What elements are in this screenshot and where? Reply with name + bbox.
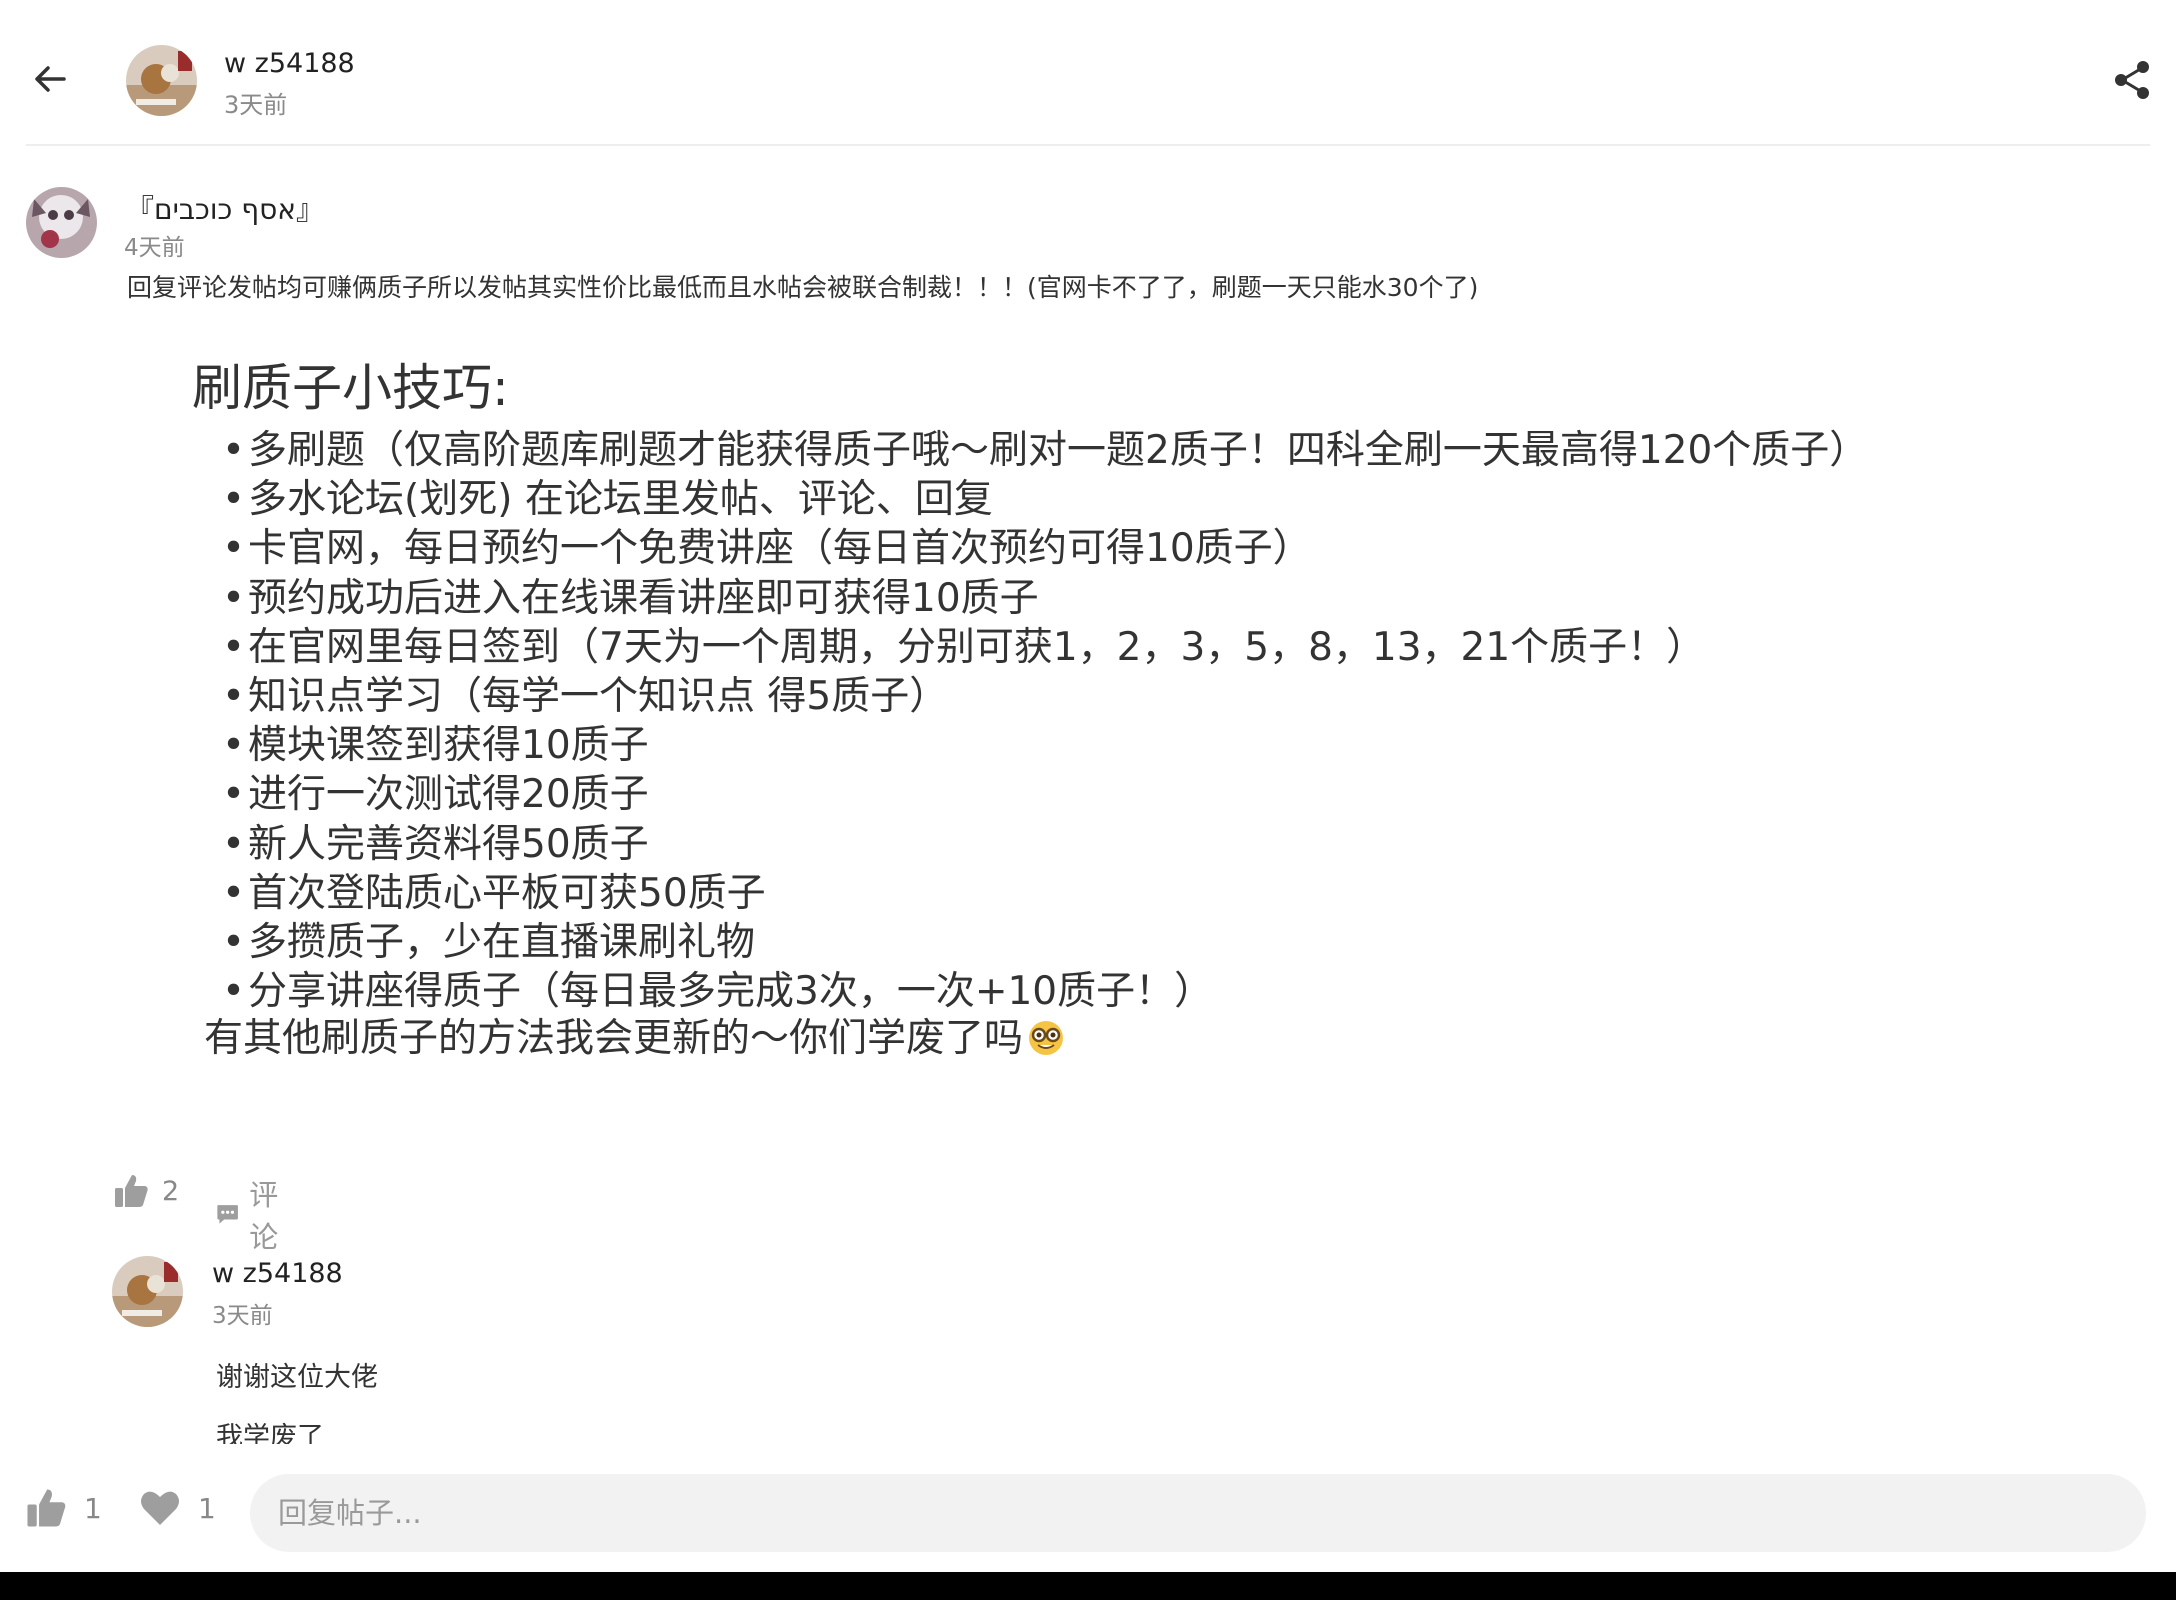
tip-item: •在官网里每日签到（7天为一个周期，分别可获1，2，3，5，8，13，21个质子… [222,623,1868,672]
bullet: • [222,526,246,572]
tip-item: •多刷题（仅高阶题库刷题才能获得质子哦～刷对一题2质子！四科全刷一天最高得120… [222,426,1868,475]
bullet: • [222,723,246,769]
nerd-face-emoji-icon [1029,1021,1064,1055]
comment-text-clipped: 我学废了 [216,1418,816,1444]
tips-list: •多刷题（仅高阶题库刷题才能获得质子哦～刷对一题2质子！四科全刷一天最高得120… [222,426,1868,1016]
tip-text: 卡官网，每日预约一个免费讲座（每日首次预约可得10质子） [248,526,1312,572]
tip-text: 进行一次测试得20质子 [248,772,649,818]
tip-text: 多攒质子，少在直播课刷礼物 [248,919,756,965]
comment-username[interactable]: w z54188 [212,1258,343,1289]
header-username[interactable]: w z54188 [224,48,355,79]
avatar[interactable] [126,45,197,116]
header-bar: w z54188 3天前 [0,0,2176,145]
tip-item: •预约成功后进入在线课看讲座即可获得10质子 [222,574,1868,623]
bullet: • [222,821,246,867]
tip-item: •首次登陆质心平板可获50质子 [222,869,1868,918]
bullet: • [222,575,246,621]
post-comment-label: 评论 [249,1178,279,1254]
bottom-reply-bar: 1 1 [0,1460,2176,1572]
share-icon [2115,61,2149,99]
system-nav-strip [0,1572,2176,1600]
footer-text: 有其他刷质子的方法我会更新的～你们学废了吗 [204,1016,1024,1061]
tip-text: 知识点学习（每学一个知识点 得5质子） [248,673,949,719]
bullet: • [222,919,246,965]
post-timestamp: 4天前 [124,235,185,261]
bottom-favorite-button[interactable]: 1 [138,1486,216,1530]
thumbs-up-icon [27,1489,66,1527]
tip-text: 首次登陆质心平板可获50质子 [248,870,766,916]
bullet: • [222,624,246,670]
post-author-name[interactable]: 『אסף כוכבים』 [126,188,324,228]
tip-item: •模块课签到获得10质子 [222,721,1868,770]
comment-bubble-icon [217,1205,238,1224]
tip-text: 模块课签到获得10质子 [248,723,649,769]
comment-text: 谢谢这位大佬 [216,1362,378,1393]
tip-item: •多攒质子，少在直播课刷礼物 [222,918,1868,967]
thumbs-up-icon [115,1175,148,1207]
bullet: • [222,870,246,916]
tip-text: 预约成功后进入在线课看讲座即可获得10质子 [248,575,1039,621]
bottom-favorite-count: 1 [198,1491,216,1525]
post-comment-button[interactable]: 评论 [216,1172,289,1256]
back-button[interactable] [28,56,74,102]
post-like-count: 2 [162,1175,180,1207]
post-author-avatar[interactable] [26,187,97,258]
tip-text: 多刷题（仅高阶题库刷题才能获得质子哦～刷对一题2质子！四科全刷一天最高得120个… [248,428,1869,473]
tip-text: 在官网里每日签到（7天为一个周期，分别可获1，2，3，5，8，13，21个质子！… [248,624,1706,670]
reply-input[interactable] [250,1474,2146,1552]
header-divider [26,144,2150,146]
tip-item: •知识点学习（每学一个知识点 得5质子） [222,672,1868,721]
comment-timestamp: 3天前 [212,1303,273,1329]
bottom-like-count: 1 [84,1491,102,1525]
bullet: • [222,673,246,719]
post-body-text: 回复评论发帖均可赚俩质子所以发帖其实性价比最低而且水帖会被联合制裁！！！(官网卡… [127,273,1479,302]
arrow-left-icon [35,66,66,92]
comment-avatar[interactable] [112,1256,183,1327]
image-title: 刷质子小技巧: [192,359,509,417]
post-detail-screen: w z54188 3天前 『אסף כוכבים』 4天前 回复评论发帖均可赚俩… [0,0,2176,1600]
tip-text: 多水论坛(划死) 在论坛里发帖、评论、回复 [248,477,993,523]
bullet: • [222,772,246,818]
header-timestamp: 3天前 [224,91,288,119]
tip-item: •进行一次测试得20质子 [222,770,1868,819]
comment-text: 我学废了 [216,1422,324,1444]
share-button[interactable] [2112,60,2152,100]
bullet: • [222,428,246,473]
image-footer-text: 有其他刷质子的方法我会更新的～你们学废了吗 [204,1007,1065,1063]
post-image[interactable]: 刷质子小技巧: •多刷题（仅高阶题库刷题才能获得质子哦～刷对一题2质子！四科全刷… [190,330,1910,1070]
heart-icon [141,1491,179,1525]
tip-item: •新人完善资料得50质子 [222,820,1868,869]
tip-item: •多水论坛(划死) 在论坛里发帖、评论、回复 [222,475,1868,524]
tip-text: 新人完善资料得50质子 [248,821,649,867]
bullet: • [222,477,246,523]
post-like-button[interactable]: 2 [112,1172,179,1210]
tip-item: •卡官网，每日预约一个免费讲座（每日首次预约可得10质子） [222,524,1868,573]
bottom-like-button[interactable]: 1 [24,1486,102,1530]
